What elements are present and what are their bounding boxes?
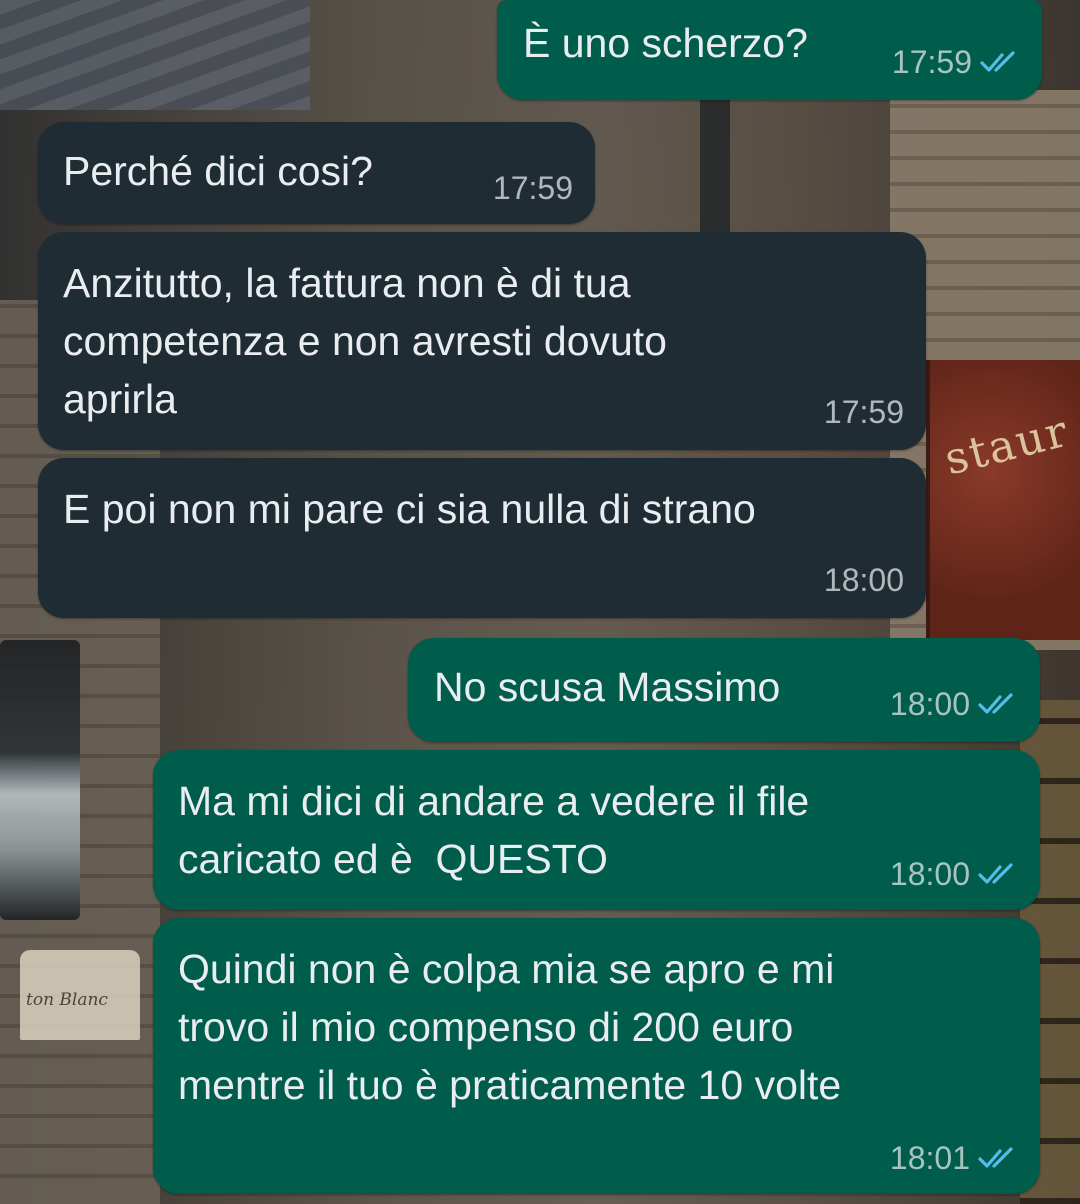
message-text: Ma mi dici di andare a vedere il file ca… [178, 778, 810, 882]
message-time: 18:00 [889, 856, 970, 892]
message-meta: 17:59 [493, 170, 573, 206]
chat-message-list[interactable]: È uno scherzo? 17:59 Perché dici cosi? 1… [0, 0, 1080, 1204]
message-text: Perché dici cosi? [63, 148, 373, 194]
message-time: 18:00 [823, 562, 904, 598]
message-text: Anzitutto, la fattura non è di tua compe… [63, 260, 667, 422]
message-meta: 18:00 [824, 562, 904, 598]
message-text: No scusa Massimo [434, 664, 781, 710]
message-bubble-incoming[interactable]: E poi non mi pare ci sia nulla di strano… [38, 458, 926, 618]
message-time: 18:01 [889, 1140, 970, 1176]
message-text: E poi non mi pare ci sia nulla di strano [63, 486, 756, 532]
message-meta: 18:00 [890, 856, 1018, 892]
message-meta: 18:01 [890, 1140, 1018, 1176]
message-bubble-outgoing[interactable]: Ma mi dici di andare a vedere il file ca… [153, 750, 1040, 910]
message-meta: 17:59 [824, 394, 904, 430]
message-bubble-incoming[interactable]: Perché dici cosi? 17:59 [38, 122, 595, 224]
message-text: Quindi non è colpa mia se apro e mi trov… [178, 946, 842, 1108]
message-bubble-outgoing[interactable]: È uno scherzo? 17:59 [497, 0, 1042, 100]
message-bubble-outgoing[interactable]: No scusa Massimo 18:00 [408, 638, 1040, 742]
message-meta: 18:00 [890, 686, 1018, 722]
message-time: 17:59 [492, 170, 573, 206]
message-time: 17:59 [891, 44, 972, 80]
message-bubble-outgoing[interactable]: Quindi non è colpa mia se apro e mi trov… [153, 918, 1040, 1194]
double-check-read-icon [980, 51, 1015, 72]
message-bubble-incoming[interactable]: Anzitutto, la fattura non è di tua compe… [38, 232, 926, 450]
message-time: 18:00 [889, 686, 970, 722]
message-meta: 17:59 [892, 44, 1020, 80]
message-time: 17:59 [823, 394, 904, 430]
double-check-read-icon [978, 693, 1013, 714]
message-text: È uno scherzo? [523, 20, 808, 66]
double-check-read-icon [978, 1147, 1013, 1168]
double-check-read-icon [978, 863, 1013, 884]
